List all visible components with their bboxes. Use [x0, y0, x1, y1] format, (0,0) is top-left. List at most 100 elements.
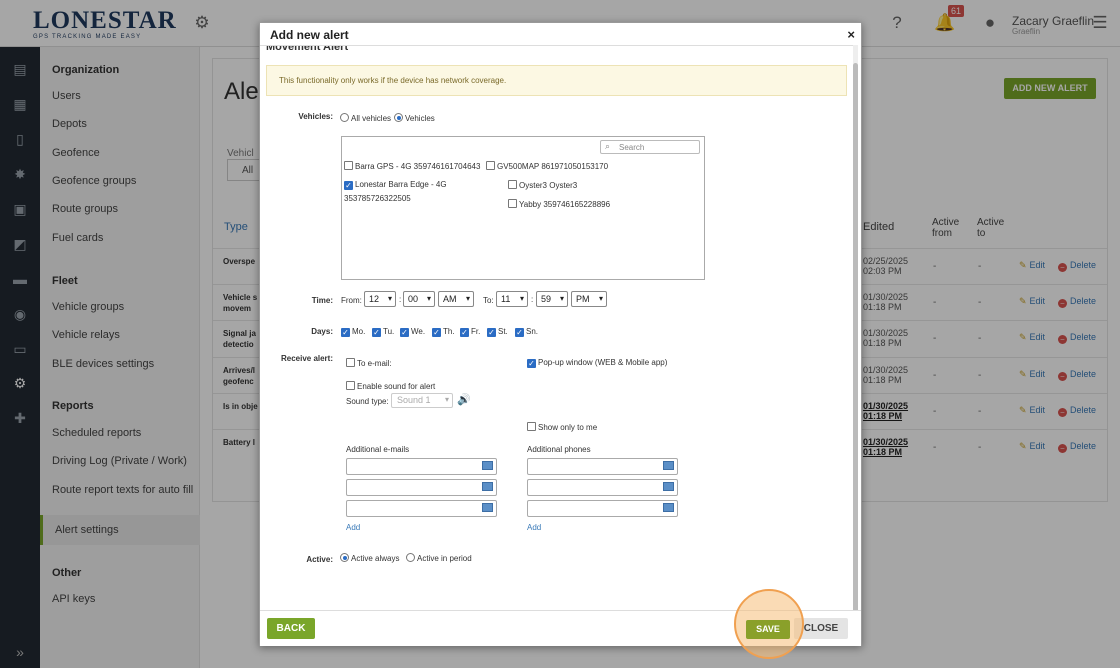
- address-book-icon[interactable]: [663, 482, 674, 491]
- list-item[interactable]: GV500MAP 861971050153170: [486, 161, 608, 171]
- day-label: Th.: [443, 327, 455, 336]
- time-separator: :: [399, 295, 402, 304]
- section-title: Movement Alert: [266, 45, 349, 53]
- list-item[interactable]: Yabby 359746165228896: [508, 199, 610, 209]
- address-book-icon[interactable]: [482, 482, 493, 491]
- vehicle-name: Oyster3 Oyster3: [519, 181, 578, 190]
- from-minute-select[interactable]: 00 ▾: [403, 291, 435, 307]
- to-email-label: To e-mail:: [357, 359, 392, 368]
- checkbox-checked-icon: ✓: [487, 328, 496, 337]
- dialog-scrollbar-thumb[interactable]: [853, 63, 858, 639]
- checkbox-icon: [344, 161, 353, 170]
- chevron-down-icon: ▾: [387, 294, 392, 303]
- radio-icon: [340, 113, 349, 122]
- chevron-down-icon: ▾: [519, 294, 524, 303]
- day-checkbox-sn[interactable]: ✓ Sn.: [515, 327, 538, 337]
- email-field[interactable]: [346, 500, 497, 517]
- vehicles-radio[interactable]: Vehicles: [394, 113, 435, 123]
- active-always-label: Active always: [351, 554, 400, 563]
- close-icon[interactable]: ×: [847, 27, 855, 42]
- address-book-icon[interactable]: [663, 461, 674, 470]
- sound-type-value: Sound 1: [397, 395, 431, 405]
- speaker-icon[interactable]: 🔊: [457, 393, 471, 406]
- active-period-radio[interactable]: Active in period: [406, 553, 472, 563]
- day-checkbox-th[interactable]: ✓ Th.: [432, 327, 455, 337]
- active-always-radio[interactable]: Active always: [340, 553, 399, 563]
- phone-field[interactable]: [527, 458, 678, 475]
- address-book-icon[interactable]: [663, 503, 674, 512]
- sound-type-label: Sound type:: [346, 397, 389, 406]
- vehicles-label: Vehicles:: [298, 112, 333, 121]
- chevron-down-icon: ▾: [598, 294, 603, 303]
- checkbox-icon: [527, 422, 536, 431]
- to-label: To:: [483, 296, 494, 305]
- from-ampm-select[interactable]: AM ▾: [438, 291, 474, 307]
- day-checkbox-mo[interactable]: ✓ Mo.: [341, 327, 365, 337]
- chevron-down-icon: ▾: [444, 395, 449, 404]
- checkbox-icon: [486, 161, 495, 170]
- checkbox-checked-icon: ✓: [432, 328, 441, 337]
- vehicle-list: ⌕ Search Barra GPS - 4G 359746161704643 G…: [341, 136, 705, 280]
- back-button[interactable]: BACK: [267, 618, 315, 639]
- checkbox-icon: [346, 381, 355, 390]
- time-label: Time:: [311, 296, 333, 305]
- add-phone-link[interactable]: Add: [527, 523, 541, 532]
- day-checkbox-fr[interactable]: ✓ Fr.: [460, 327, 480, 337]
- dialog-body: Movement Alert This functionality only w…: [260, 45, 853, 610]
- enable-sound-label: Enable sound for alert: [357, 382, 436, 391]
- list-item[interactable]: Oyster3 Oyster3: [508, 180, 577, 190]
- checkbox-checked-icon: ✓: [400, 328, 409, 337]
- checkbox-icon: [508, 199, 517, 208]
- days-label: Days:: [311, 327, 333, 336]
- list-item[interactable]: Barra GPS - 4G 359746161704643: [344, 161, 480, 171]
- coverage-notice: This functionality only works if the dev…: [266, 65, 847, 96]
- active-label: Active:: [306, 555, 333, 564]
- add-email-link[interactable]: Add: [346, 523, 360, 532]
- additional-phones-label: Additional phones: [527, 445, 591, 454]
- to-hour-value: 11: [501, 294, 511, 304]
- day-label: St.: [498, 327, 508, 336]
- all-vehicles-radio[interactable]: All vehicles: [340, 113, 391, 123]
- email-field[interactable]: [346, 458, 497, 475]
- sound-type-select[interactable]: Sound 1 ▾: [391, 393, 453, 408]
- vehicles-option-label: Vehicles: [405, 114, 435, 123]
- vehicle-name-line2: 353785726322505: [344, 194, 411, 203]
- from-hour-select[interactable]: 12 ▾: [364, 291, 396, 307]
- checkbox-checked-icon: ✓: [527, 359, 536, 368]
- to-email-checkbox[interactable]: To e-mail:: [346, 358, 392, 368]
- chevron-down-icon: ▾: [426, 294, 431, 303]
- day-checkbox-we[interactable]: ✓ We.: [400, 327, 425, 337]
- checkbox-icon: [346, 358, 355, 367]
- popup-window-label: Pop-up window (WEB & Mobile app): [538, 358, 668, 367]
- show-only-me-label: Show only to me: [538, 423, 598, 432]
- checkbox-icon: [508, 180, 517, 189]
- email-field[interactable]: [346, 479, 497, 496]
- day-checkbox-tu[interactable]: ✓ Tu.: [372, 327, 394, 337]
- chevron-down-icon: ▾: [465, 294, 470, 303]
- popup-window-checkbox[interactable]: ✓ Pop-up window (WEB & Mobile app): [527, 358, 667, 368]
- to-minute-select[interactable]: 59 ▾: [536, 291, 568, 307]
- to-hour-select[interactable]: 11 ▾: [496, 291, 528, 307]
- day-checkbox-st[interactable]: ✓ St.: [487, 327, 508, 337]
- dialog-footer: BACK SAVE CLOSE: [260, 589, 861, 659]
- vehicle-name: GV500MAP 861971050153170: [497, 162, 609, 171]
- save-button[interactable]: SAVE: [746, 620, 790, 639]
- to-minute-value: 59: [541, 294, 552, 304]
- day-label: Tu.: [383, 327, 395, 336]
- from-minute-value: 00: [408, 294, 419, 304]
- phone-field[interactable]: [527, 479, 678, 496]
- search-placeholder: Search: [619, 143, 645, 152]
- list-item[interactable]: ✓ Lonestar Barra Edge - 4G: [344, 180, 447, 190]
- radio-icon: [394, 113, 403, 122]
- phone-field[interactable]: [527, 500, 678, 517]
- chevron-down-icon: ▾: [559, 294, 564, 303]
- day-label: Mo.: [352, 327, 366, 336]
- additional-emails-label: Additional e-mails: [346, 445, 410, 454]
- address-book-icon[interactable]: [482, 503, 493, 512]
- enable-sound-checkbox[interactable]: Enable sound for alert: [346, 381, 435, 391]
- day-label: Sn.: [526, 327, 539, 336]
- show-only-me-checkbox[interactable]: Show only to me: [527, 422, 597, 432]
- to-ampm-select[interactable]: PM ▾: [571, 291, 607, 307]
- address-book-icon[interactable]: [482, 461, 493, 470]
- vehicle-search-input[interactable]: ⌕ Search: [600, 140, 700, 154]
